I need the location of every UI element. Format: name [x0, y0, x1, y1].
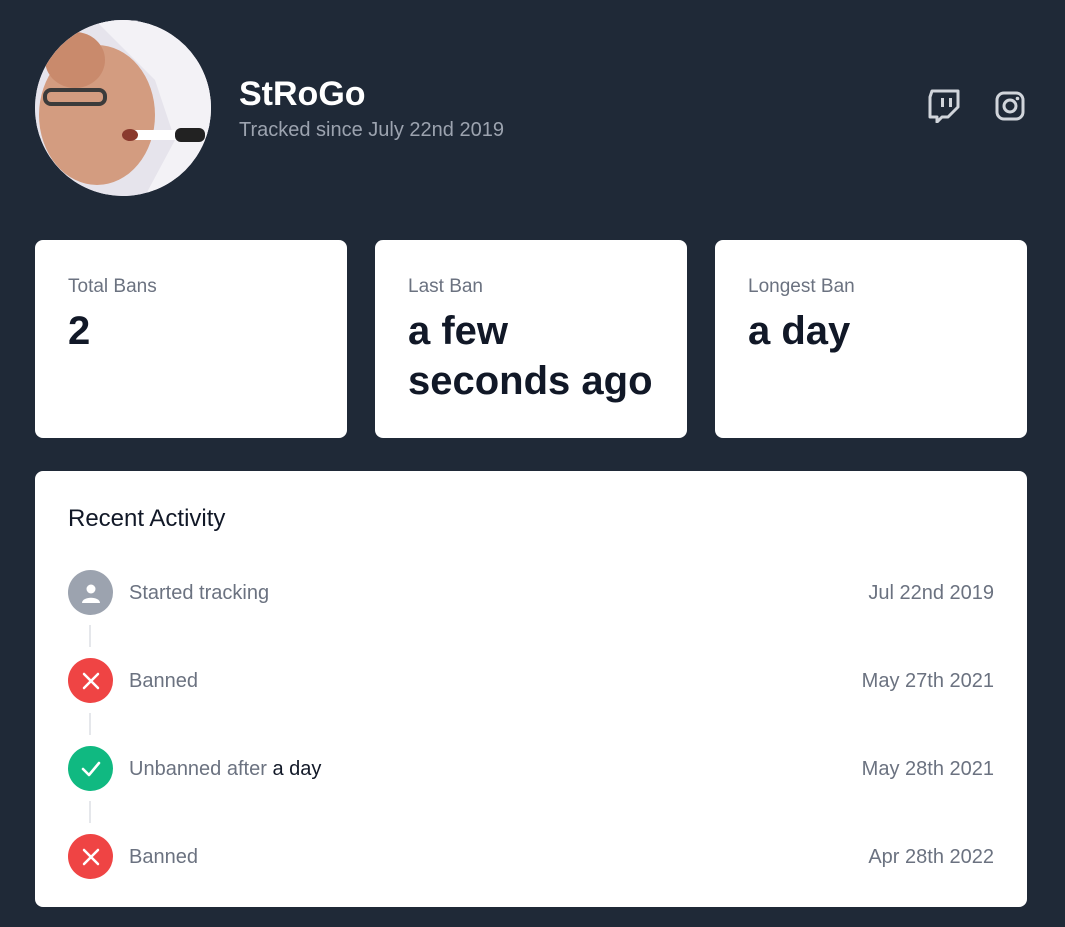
total-bans-card: Total Bans 2 — [35, 240, 347, 438]
longest-ban-card: Longest Ban a day — [715, 240, 1027, 438]
tracked-since: Tracked since July 22nd 2019 — [239, 119, 504, 141]
twitch-link[interactable] — [926, 88, 962, 124]
x-icon — [68, 658, 113, 703]
activity-item: Unbanned after a day May 28th 2021 — [68, 746, 994, 792]
x-icon — [68, 834, 113, 879]
activity-item: Started tracking Jul 22nd 2019 — [68, 570, 994, 616]
stat-label: Longest Ban — [748, 276, 855, 297]
instagram-icon — [995, 91, 1025, 121]
stat-label: Total Bans — [68, 276, 157, 297]
timeline-connector — [89, 801, 91, 823]
timeline-connector — [89, 713, 91, 735]
activity-date: Jul 22nd 2019 — [868, 582, 994, 604]
twitch-icon — [928, 89, 960, 123]
activity-item: Banned May 27th 2021 — [68, 658, 994, 704]
activity-date: Apr 28th 2022 — [868, 846, 994, 868]
stat-value: a few seconds ago — [408, 309, 653, 403]
stat-value: 2 — [68, 309, 91, 353]
activity-date: May 27th 2021 — [861, 670, 994, 692]
last-ban-card: Last Ban a few seconds ago — [375, 240, 687, 438]
instagram-link[interactable] — [992, 88, 1028, 124]
activity-title: Recent Activity — [68, 505, 226, 532]
activity-text: Banned — [129, 670, 198, 692]
user-icon — [68, 570, 113, 615]
activity-date: May 28th 2021 — [861, 758, 994, 780]
recent-activity-panel: Recent Activity Started tracking Jul 22n… — [35, 471, 1027, 907]
avatar-photo — [35, 20, 211, 196]
stat-label: Last Ban — [408, 276, 483, 297]
activity-text: Unbanned after a day — [129, 758, 322, 780]
timeline-connector — [89, 625, 91, 647]
username: StRoGo — [239, 75, 366, 113]
activity-item: Banned Apr 28th 2022 — [68, 834, 994, 880]
avatar — [35, 20, 211, 196]
activity-text: Started tracking — [129, 582, 270, 604]
check-icon — [68, 746, 113, 791]
activity-text: Banned — [129, 846, 198, 868]
stat-value: a day — [748, 309, 851, 353]
